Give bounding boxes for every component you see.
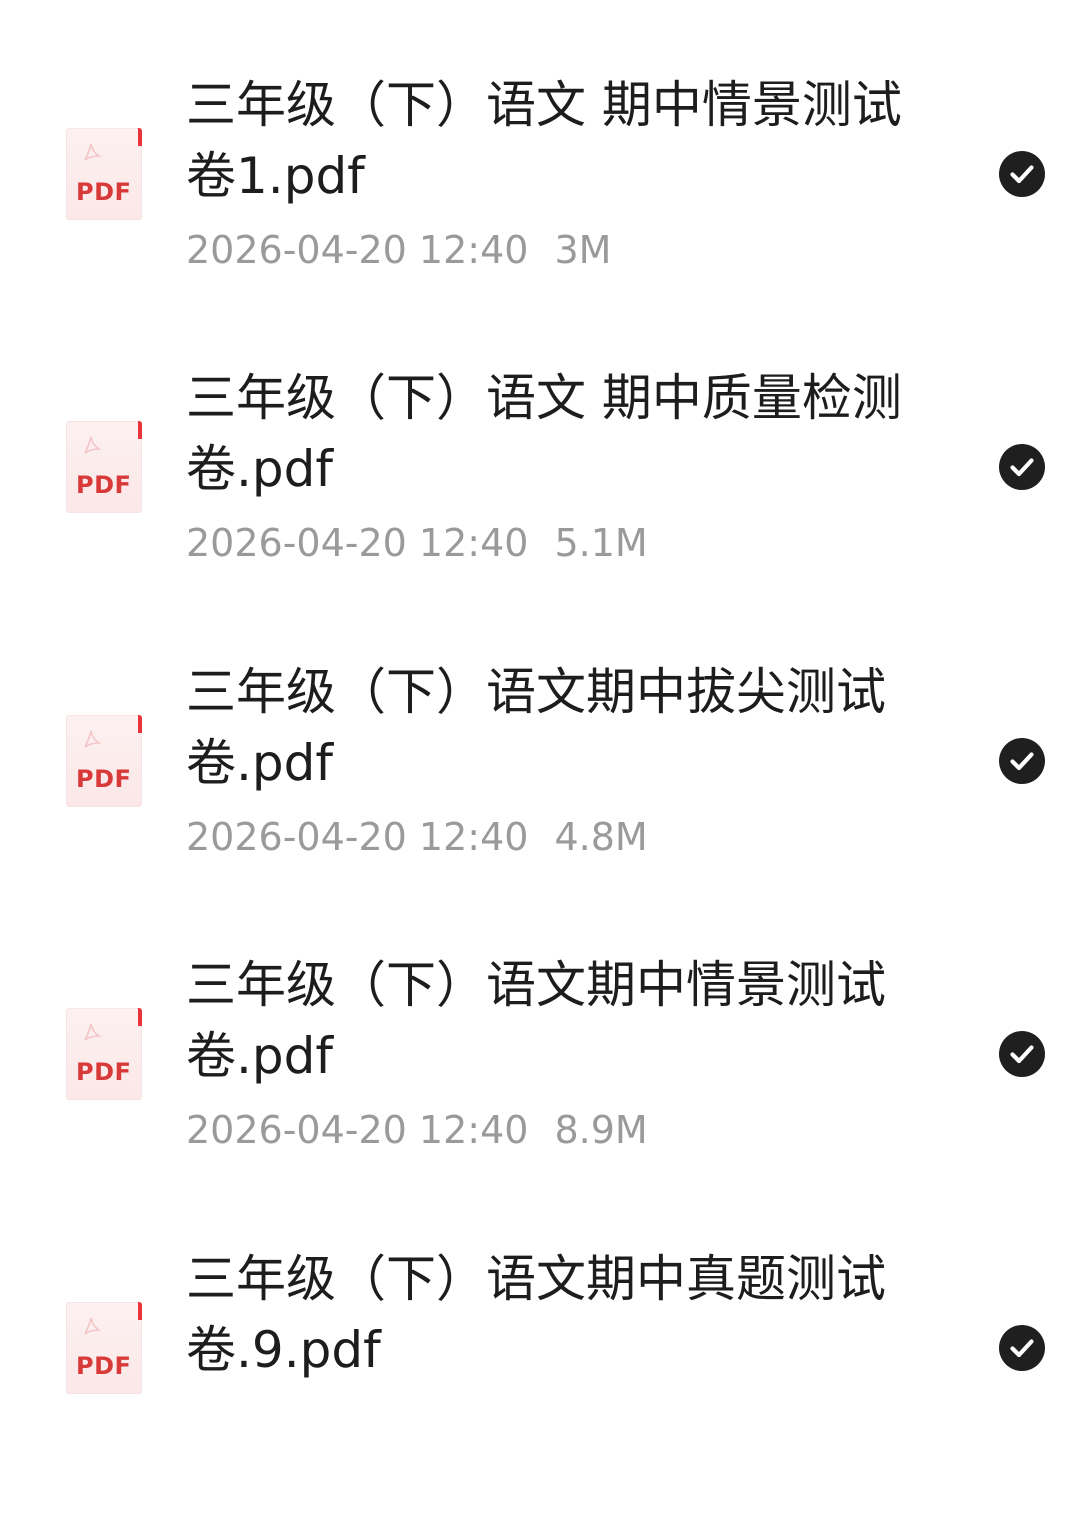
file-size: 3M [554,228,612,272]
checkmark-circle-icon[interactable] [999,738,1045,784]
file-meta: 2026-04-20 12:40 3M [186,226,611,274]
acrobat-logo-icon [84,1023,102,1041]
file-name: 三年级（下）语文期中情景测试卷.pdf [186,956,886,1085]
acrobat-logo-icon [84,143,102,161]
file-list-item[interactable]: PDF 三年级（下）语文期中拔尖测试卷.pdf 2026-04-20 12:40… [0,649,1080,942]
pdf-label: PDF [76,178,132,206]
file-meta: 2026-04-20 12:40 4.8M [186,813,648,861]
pdf-label: PDF [76,1352,132,1380]
acrobat-logo-icon [84,1317,102,1335]
file-list-item[interactable]: PDF 三年级（下）语文 期中质量检测卷.pdf 2026-04-20 12:4… [0,355,1080,648]
file-name: 三年级（下）语文期中真题测试卷.9.pdf [186,1250,886,1379]
file-name: 三年级（下）语文 期中情景测试卷1.pdf [186,76,902,205]
file-date: 2026-04-20 12:40 [186,228,529,272]
file-meta: 2026-04-20 12:40 5.1M [186,519,648,567]
file-size: 5.1M [554,521,648,565]
file-meta [186,1400,212,1448]
pdf-label: PDF [76,1058,132,1086]
acrobat-logo-icon [84,730,102,748]
checkmark-circle-icon[interactable] [999,151,1045,197]
file-list-item[interactable]: PDF 三年级（下）语文期中情景测试卷.pdf 2026-04-20 12:40… [0,942,1080,1235]
file-list: PDF 三年级（下）语文 期中情景测试卷1.pdf 2026-04-20 12:… [0,0,1080,1394]
file-date: 2026-04-20 12:40 [186,521,529,565]
pdf-file-icon: PDF [66,128,142,220]
pdf-label: PDF [76,765,132,793]
file-list-item[interactable]: PDF 三年级（下）语文期中真题测试卷.9.pdf [0,1236,1080,1529]
pdf-file-icon: PDF [66,421,142,513]
file-size: 4.8M [554,815,648,859]
file-meta: 2026-04-20 12:40 8.9M [186,1106,648,1154]
file-size: 8.9M [554,1108,648,1152]
file-date: 2026-04-20 12:40 [186,1108,529,1152]
file-list-item[interactable]: PDF 三年级（下）语文 期中情景测试卷1.pdf 2026-04-20 12:… [0,62,1080,355]
file-name: 三年级（下）语文期中拔尖测试卷.pdf [186,663,886,792]
pdf-file-icon: PDF [66,1008,142,1100]
acrobat-logo-icon [84,436,102,454]
checkmark-circle-icon[interactable] [999,1031,1045,1077]
checkmark-circle-icon[interactable] [999,1325,1045,1371]
file-date: 2026-04-20 12:40 [186,815,529,859]
pdf-file-icon: PDF [66,715,142,807]
pdf-label: PDF [76,471,132,499]
pdf-file-icon: PDF [66,1302,142,1394]
file-name: 三年级（下）语文 期中质量检测卷.pdf [186,369,902,498]
checkmark-circle-icon[interactable] [999,444,1045,490]
